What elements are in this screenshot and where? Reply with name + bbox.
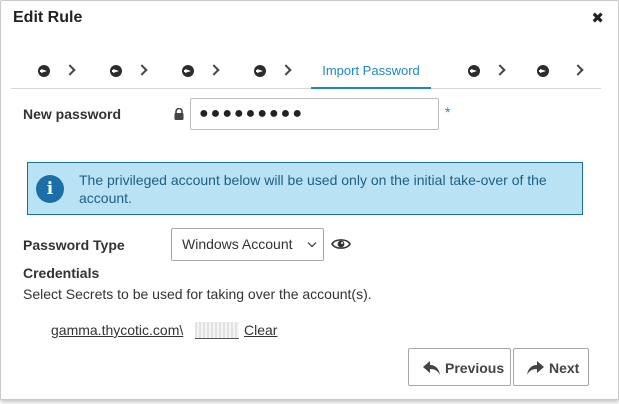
password-type-label: Password Type [23,237,125,253]
previous-button[interactable]: Previous [408,348,511,386]
dialog-title: Edit Rule [13,9,83,26]
info-banner: i The privileged account below will be u… [27,162,583,215]
password-type-select[interactable]: Windows Account [171,228,324,261]
clear-link[interactable]: Clear [244,322,277,338]
step-4-icon[interactable] [254,65,266,77]
next-button[interactable]: Next [513,348,589,386]
step-6-icon[interactable] [468,65,480,77]
chevron-right-icon [494,64,506,76]
back-arrow-icon [423,361,440,375]
eye-icon[interactable] [331,236,351,252]
step-7-icon[interactable] [537,65,549,77]
previous-label: Previous [445,360,505,376]
chevron-right-icon [280,64,292,76]
chevron-right-icon [208,64,220,76]
chevron-down-icon [307,238,317,248]
edit-rule-dialog: Edit Rule ✖ Import Password New password… [0,0,619,400]
step-2-icon[interactable] [110,65,122,77]
tab-import-password[interactable]: Import Password [311,60,431,89]
forward-arrow-icon [527,361,544,375]
credentials-heading: Credentials [23,265,100,281]
new-password-label: New password [23,106,122,122]
redacted-username [195,322,239,339]
info-text: The privileged account below will be use… [79,172,547,206]
credentials-help-text: Select Secrets to be used for taking ove… [23,286,372,302]
step-1-icon[interactable] [38,65,50,77]
close-icon[interactable]: ✖ [591,9,604,27]
chevron-right-icon [64,64,76,76]
password-type-value: Windows Account [182,236,293,252]
secret-link[interactable]: gamma.thycotic.com\ [51,322,183,338]
info-icon: i [36,175,64,203]
required-marker: * [445,104,451,120]
next-label: Next [549,360,580,376]
new-password-input[interactable]: ●●●●●●●●● [190,98,439,130]
lock-icon [174,108,184,120]
wizard-steps: Import Password [11,60,601,89]
step-3-icon[interactable] [182,65,194,77]
chevron-right-icon [136,64,148,76]
chevron-right-icon [572,64,584,76]
